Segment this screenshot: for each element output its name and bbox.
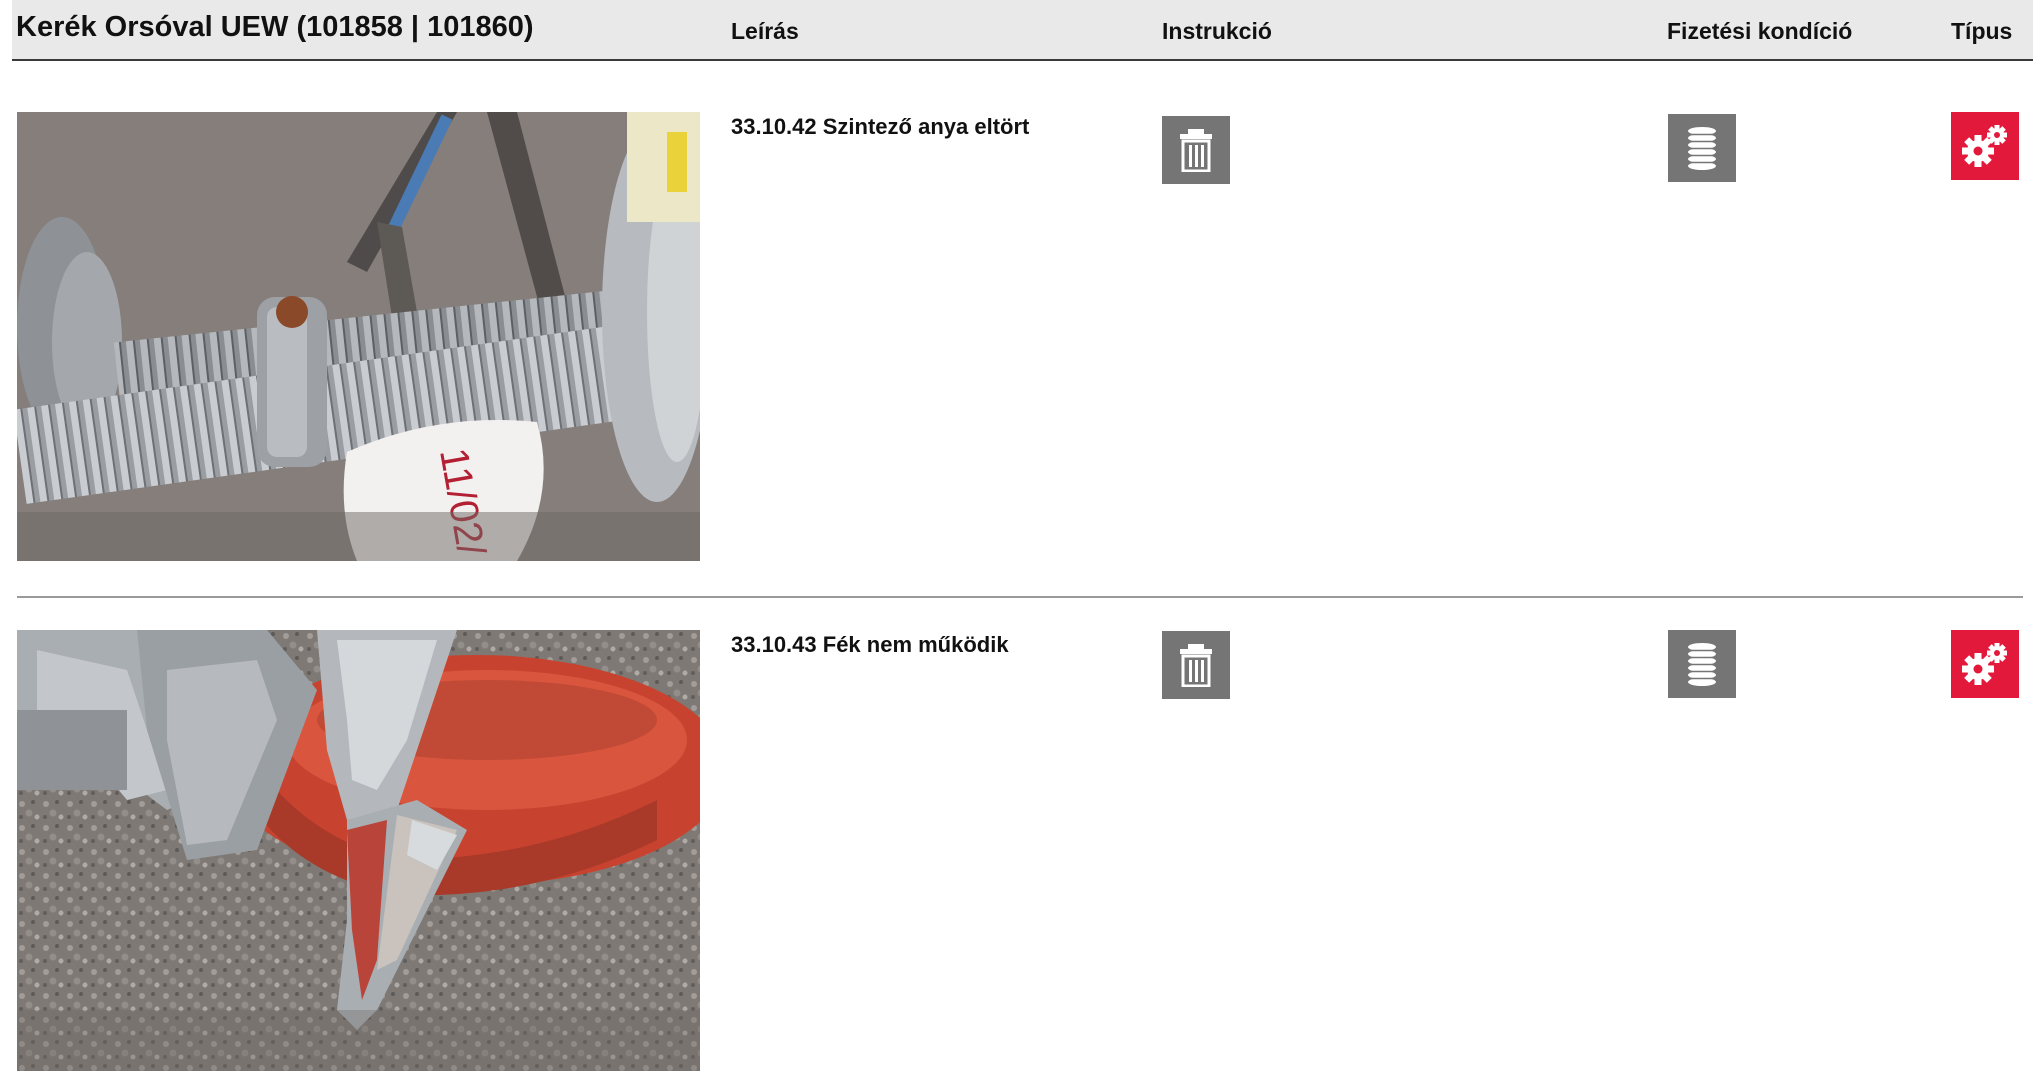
table-row: 33.10.43 Fék nem működik bbox=[0, 600, 2042, 1071]
coin-stack-icon bbox=[1688, 643, 1716, 686]
item-description: 33.10.42 Szintező anya eltört bbox=[731, 114, 1030, 139]
damage-photo: 11/02/ bbox=[17, 112, 700, 561]
type-button[interactable] bbox=[1951, 112, 2019, 180]
damage-photo bbox=[17, 630, 700, 1071]
instruction-button[interactable] bbox=[1162, 116, 1230, 184]
payment-condition-button[interactable] bbox=[1668, 630, 1736, 698]
instruction-button[interactable] bbox=[1162, 631, 1230, 699]
trash-icon bbox=[1180, 129, 1212, 172]
trash-icon bbox=[1180, 644, 1212, 687]
item-description: 33.10.43 Fék nem működik bbox=[731, 632, 1009, 657]
table-row: 11/02/ 33.10.42 Szintező anya eltört bbox=[0, 0, 2042, 600]
gears-icon bbox=[1962, 125, 2007, 167]
type-button[interactable] bbox=[1951, 630, 2019, 698]
gears-icon bbox=[1962, 643, 2007, 685]
row-divider bbox=[17, 596, 2023, 598]
coin-stack-icon bbox=[1688, 127, 1716, 170]
payment-condition-button[interactable] bbox=[1668, 114, 1736, 182]
